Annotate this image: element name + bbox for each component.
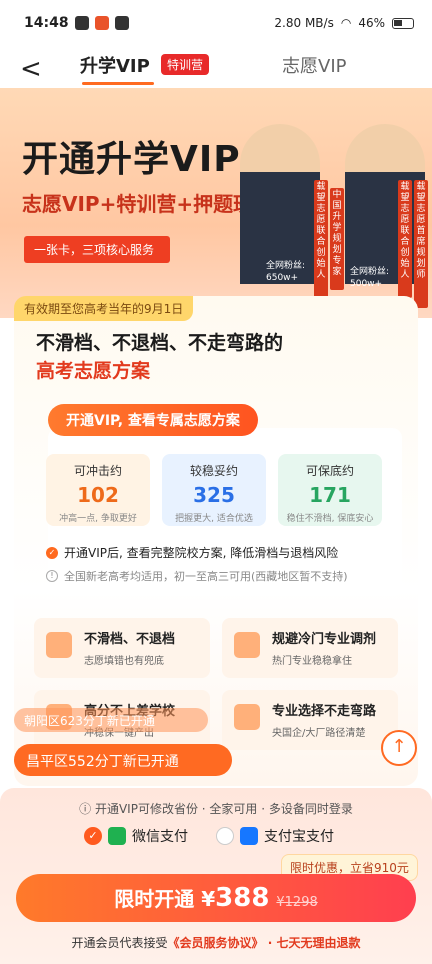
- compass-icon: [234, 632, 260, 658]
- headline-line1: 不滑档、不退档、不走弯路的: [36, 332, 284, 354]
- status-bar: 14:48 2.80 MB/s ◠ 46%: [0, 0, 432, 46]
- wechat-pay-icon: [108, 827, 126, 845]
- battery-percent: 46%: [358, 16, 385, 30]
- radio-unchecked-icon[interactable]: [216, 827, 234, 845]
- book-icon: [46, 632, 72, 658]
- pay-option-wechat[interactable]: ✓ 微信支付: [84, 826, 188, 846]
- scroll-to-top-icon[interactable]: ↑: [381, 730, 417, 766]
- app-notification-icon: [74, 16, 89, 30]
- benefit-check: ✓ 开通VIP后, 查看完整院校方案, 降低滑档与退档风险: [46, 544, 338, 561]
- tab-upgrade-vip[interactable]: 升学VIP: [80, 52, 150, 78]
- expert-photo: [345, 124, 425, 284]
- feature-card: 不滑档、不退档 志愿填错也有兜底: [34, 618, 210, 678]
- training-camp-badge: 特训营: [161, 54, 210, 75]
- expert-fans: 全网粉丝: 650w+: [266, 261, 306, 283]
- top-navigation: < 升学VIP 特训营 志愿VIP: [0, 46, 432, 88]
- network-speed: 2.80 MB/s: [274, 16, 334, 30]
- service-terms: 开通会员代表接受《会员服务协议》 · 七天无理由退款: [71, 936, 361, 950]
- back-arrow-icon[interactable]: <: [20, 54, 42, 84]
- status-time: 14:48: [24, 15, 69, 31]
- hero-pill: 一张卡，三项核心服务: [24, 236, 171, 263]
- alipay-icon: [240, 827, 258, 845]
- expert-title-tag: 中国升学规划专家: [330, 188, 344, 290]
- activation-toast: 昌平区552分丁新已开通: [14, 744, 232, 776]
- radio-checked-icon[interactable]: ✓: [84, 827, 102, 845]
- service-agreement-link[interactable]: 《会员服务协议》: [168, 936, 264, 950]
- app-notification-icon: [94, 16, 109, 30]
- feature-card: 专业选择不走弯路 央国企/大厂路径清楚: [222, 690, 398, 750]
- view-plan-banner[interactable]: 开通VIP, 查看专属志愿方案: [48, 404, 258, 436]
- tab-volunteer-vip[interactable]: 志愿VIP: [282, 52, 346, 78]
- purchase-panel: ⓘ 开通VIP可修改省份 · 全家可用 · 多设备同时登录 ✓ 微信支付 支付宝…: [0, 788, 432, 964]
- hero-subtitle: 志愿VIP+特训营+押题班: [22, 192, 254, 216]
- expert-title-tag: 载望志愿联合创始人: [314, 180, 328, 298]
- info-icon: !: [46, 570, 58, 582]
- coverage-info: ! 全国新老高考均适用，初一至高三可用(西藏地区暂不支持): [46, 568, 348, 584]
- validity-badge: 有效期至您高考当年的9月1日: [14, 296, 194, 321]
- expert-title-tag: 载望志愿联合创始人: [398, 180, 412, 298]
- hero-title: 开通升学VIP: [22, 139, 241, 180]
- pay-option-alipay[interactable]: 支付宝支付: [216, 826, 334, 846]
- active-tab-underline: [82, 82, 154, 85]
- buy-now-button[interactable]: 限时开通 ¥388 ¥1298: [16, 874, 416, 922]
- headline-line2: 高考志愿方案: [36, 360, 151, 382]
- expert-title-tag: 载望志愿首席规划师: [414, 180, 428, 308]
- activation-toast: 朝阳区623分丁新已开通: [14, 708, 208, 732]
- info-icon: ⓘ: [79, 802, 95, 816]
- check-icon: ✓: [46, 546, 58, 559]
- stat-reach: 可冲击约 102 冲高一点, 争取更好: [46, 454, 150, 526]
- battery-icon: [392, 17, 414, 29]
- app-notification-icon: [114, 16, 129, 30]
- stat-stable: 较稳妥约 325 把握更大, 适合优选: [162, 454, 266, 526]
- stat-safe: 可保底约 171 稳住不滑档, 保底安心: [278, 454, 382, 526]
- path-icon: [234, 704, 260, 730]
- feature-card: 规避冷门专业调剂 热门专业稳稳拿住: [222, 618, 398, 678]
- purchase-notice: ⓘ 开通VIP可修改省份 · 全家可用 · 多设备同时登录: [79, 802, 353, 816]
- wifi-icon: ◠: [340, 16, 352, 30]
- hero-banner: 开通升学VIP 志愿VIP+特训营+押题班 一张卡，三项核心服务 载望志愿联合创…: [0, 88, 432, 318]
- expert-fans: 全网粉丝: 500w+: [350, 267, 390, 289]
